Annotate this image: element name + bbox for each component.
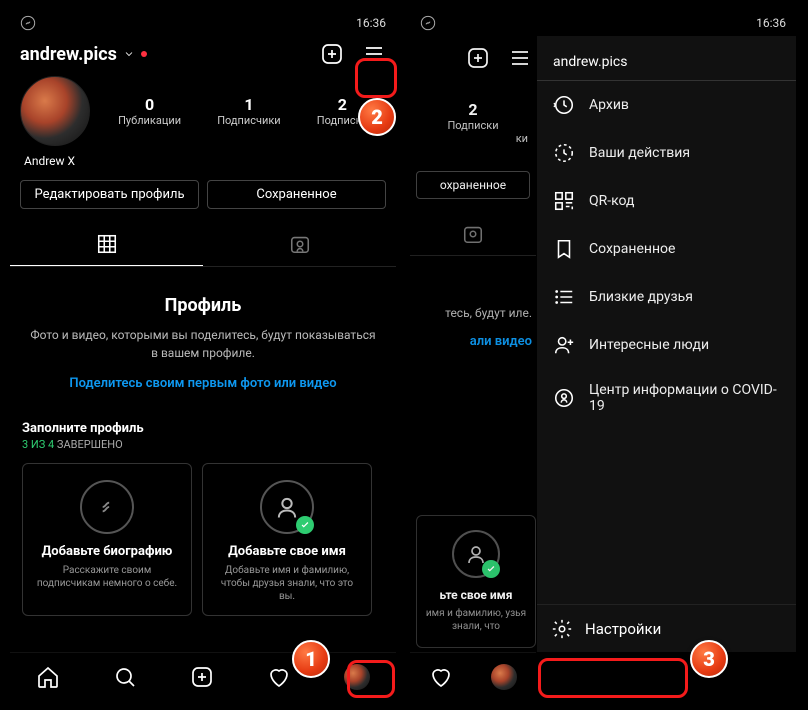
- side-menu-panel: andrew.pics Архив Ваши действия QR-код С…: [536, 36, 796, 652]
- nav-create[interactable]: [190, 665, 214, 689]
- menu-saved[interactable]: Сохраненное: [537, 225, 796, 273]
- complete-progress: 3 ИЗ 4 ЗАВЕРШЕНО: [22, 438, 384, 451]
- nav-profile[interactable]: [491, 664, 517, 690]
- profile-header: andrew.pics: [10, 36, 396, 76]
- nav-search[interactable]: [113, 665, 137, 689]
- status-time: 16:36: [356, 16, 386, 30]
- nav-home[interactable]: [36, 665, 60, 689]
- create-post-button[interactable]: [320, 42, 344, 66]
- archive-icon: [553, 94, 575, 116]
- status-bar: 16:36: [410, 10, 796, 36]
- empty-title: Профиль: [30, 295, 376, 316]
- complete-title: Заполните профиль: [22, 421, 384, 436]
- username-text: andrew.pics: [20, 44, 117, 65]
- menu-header: andrew.pics: [537, 36, 796, 81]
- card-partial[interactable]: ьте свое имя имя и фамилию, узья знали, …: [416, 515, 536, 648]
- stat-following[interactable]: 2 Подписки: [317, 95, 368, 127]
- tab-grid[interactable]: [10, 223, 203, 266]
- background-profile-partial: 2 Подписки ки охраненное тесь, будут иле…: [410, 36, 536, 652]
- shazam-icon: [420, 15, 436, 31]
- info-icon: [553, 387, 575, 409]
- person-icon: [260, 480, 314, 534]
- share-first-link[interactable]: Поделитесь своим первым фото или видео: [30, 376, 376, 391]
- stat-followers[interactable]: 1 Подписчики: [217, 95, 280, 127]
- menu-settings[interactable]: Настройки: [537, 604, 796, 652]
- tab-tagged[interactable]: [203, 223, 396, 266]
- menu-archive[interactable]: Архив: [537, 81, 796, 129]
- empty-profile-section: Профиль Фото и видео, которыми вы подели…: [10, 267, 396, 411]
- menu-close-friends[interactable]: Близкие друзья: [537, 273, 796, 321]
- bottom-nav: [10, 652, 396, 700]
- saved-button[interactable]: Сохраненное: [207, 180, 386, 209]
- nav-activity[interactable]: [267, 665, 291, 689]
- check-icon: [296, 516, 314, 534]
- qr-icon: [553, 190, 575, 212]
- profile-stats-row: 0 Публикации 1 Подписчики 2 Подписки: [10, 76, 396, 154]
- notification-dot-icon: [141, 51, 147, 57]
- shazam-icon: [20, 15, 36, 31]
- nav-activity[interactable]: [429, 665, 453, 689]
- card-add-bio[interactable]: Добавьте биографию Расскажите своим подп…: [22, 463, 192, 616]
- phone-screen-right: 16:36 2 Подписки ки охраненное: [410, 10, 796, 700]
- avatar[interactable]: [20, 76, 90, 146]
- tab-tagged[interactable]: [410, 213, 536, 256]
- edit-profile-button[interactable]: Редактировать профиль: [20, 180, 199, 209]
- person-icon: [452, 530, 500, 578]
- gear-icon: [551, 618, 573, 640]
- menu-activity[interactable]: Ваши действия: [537, 129, 796, 177]
- profile-tabs: [10, 223, 396, 267]
- empty-desc: Фото и видео, которыми вы поделитесь, бу…: [30, 326, 376, 362]
- hamburger-menu-button[interactable]: [362, 42, 386, 66]
- bookmark-icon: [553, 238, 575, 260]
- nav-profile[interactable]: [344, 664, 370, 690]
- status-bar: 16:36: [10, 10, 396, 36]
- hamburger-menu-button[interactable]: [508, 46, 532, 70]
- check-icon: [482, 560, 500, 578]
- list-icon: [553, 286, 575, 308]
- stat-posts[interactable]: 0 Публикации: [118, 95, 181, 127]
- activity-icon: [553, 142, 575, 164]
- username-dropdown[interactable]: andrew.pics: [20, 44, 320, 65]
- add-person-icon: [553, 334, 575, 356]
- complete-profile-section: Заполните профиль 3 ИЗ 4 ЗАВЕРШЕНО: [10, 411, 396, 451]
- saved-button-partial[interactable]: охраненное: [416, 171, 530, 199]
- bio-icon: [80, 480, 134, 534]
- chevron-down-icon: [123, 48, 135, 60]
- phone-screen-left: 16:36 andrew.pics 0 Пуб: [10, 10, 396, 700]
- create-post-button[interactable]: [466, 46, 490, 70]
- card-add-name[interactable]: Добавьте свое имя Добавьте имя и фамилию…: [202, 463, 372, 616]
- display-name: Andrew X: [10, 154, 396, 176]
- bottom-nav-partial: [410, 652, 536, 700]
- stat-partial: 2 Подписки: [447, 100, 498, 132]
- menu-qr[interactable]: QR-код: [537, 177, 796, 225]
- complete-cards-row[interactable]: Добавьте биографию Расскажите своим подп…: [10, 451, 396, 616]
- menu-discover[interactable]: Интересные люди: [537, 321, 796, 369]
- status-time: 16:36: [756, 16, 786, 30]
- share-link-partial[interactable]: али видео: [410, 320, 536, 349]
- menu-covid[interactable]: Центр информации о COVID-19: [537, 369, 796, 427]
